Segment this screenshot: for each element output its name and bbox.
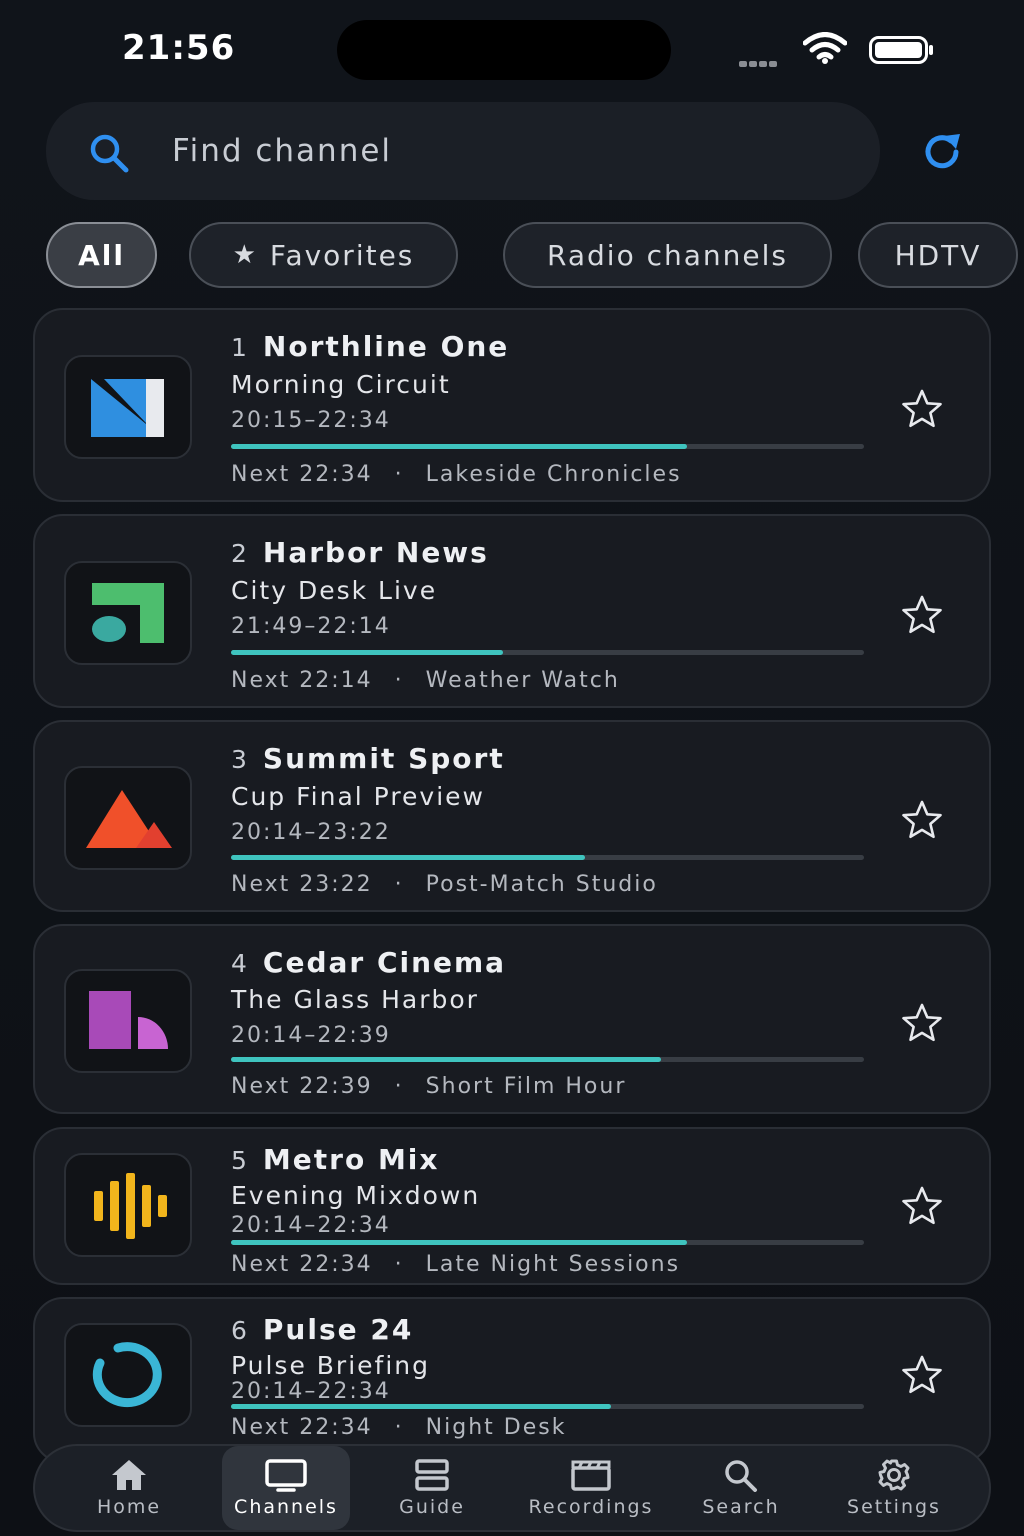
gear-icon <box>878 1459 910 1491</box>
program-time: 21:49–22:14 <box>231 614 391 639</box>
cedar-logo <box>64 969 192 1073</box>
program-time: 20:15–22:34 <box>231 408 391 433</box>
progress-bar <box>231 650 864 655</box>
metro-logo <box>64 1153 192 1257</box>
tab-recordings[interactable]: Recordings <box>523 1446 659 1530</box>
status-time: 21:56 <box>122 28 236 68</box>
filter-chip-label: HDTV <box>894 238 982 272</box>
current-program: Morning Circuit <box>231 370 451 399</box>
program-time: 20:14–22:34 <box>231 1213 391 1238</box>
tab-search[interactable]: Search <box>691 1446 791 1530</box>
favorite-star-icon[interactable] <box>901 799 943 841</box>
search-input[interactable] <box>172 128 852 174</box>
battery-icon <box>869 36 933 64</box>
channel-name: 5 Metro Mix <box>231 1143 440 1176</box>
program-time: 20:14–22:34 <box>231 1379 391 1404</box>
channel-card[interactable]: 4 Cedar Cinema The Glass Harbor 20:14–22:… <box>33 924 991 1114</box>
filter-chip-all[interactable]: All <box>46 222 157 288</box>
search-icon <box>90 134 129 173</box>
tab-channels[interactable]: Channels <box>222 1446 350 1530</box>
channel-name: 6 Pulse 24 <box>231 1313 414 1346</box>
progress-bar <box>231 444 864 449</box>
tv-icon <box>265 1459 307 1492</box>
tab-guide[interactable]: Guide <box>382 1446 482 1530</box>
pulse-logo <box>64 1323 192 1427</box>
refresh-icon[interactable] <box>918 128 966 176</box>
channel-card[interactable]: 1 Northline One Morning Circuit 20:15–22:… <box>33 308 991 502</box>
channel-name: 3 Summit Sport <box>231 742 505 775</box>
favorite-star-icon[interactable] <box>901 594 943 636</box>
progress-bar <box>231 1057 864 1062</box>
favorite-star-icon[interactable] <box>901 1002 943 1044</box>
next-program: Next 23:22 · Post-Match Studio <box>231 872 658 897</box>
next-program: Next 22:34 · Night Desk <box>231 1415 567 1440</box>
progress-bar <box>231 1404 864 1409</box>
next-program: Next 22:34 · Late Night Sessions <box>231 1252 681 1277</box>
next-program: Next 22:34 · Lakeside Chronicles <box>231 462 682 487</box>
progress-bar <box>231 855 864 860</box>
favorite-star-icon[interactable] <box>901 388 943 430</box>
filter-chip-label: Radio channels <box>547 238 788 272</box>
tab-label: Guide <box>399 1496 465 1518</box>
tab-label: Search <box>702 1496 780 1518</box>
bottom-tab-bar: Home Channels Guide Recordings Search Se… <box>33 1444 991 1532</box>
tab-label: Home <box>96 1496 162 1518</box>
program-time: 20:14–23:22 <box>231 820 391 845</box>
next-program: Next 22:14 · Weather Watch <box>231 668 620 693</box>
filter-chip-hdtv[interactable]: HDTV <box>858 222 1018 288</box>
summit-logo <box>64 766 192 870</box>
clapper-icon <box>571 1460 611 1491</box>
current-program: Cup Final Preview <box>231 782 485 811</box>
cellular-signal-icon <box>739 52 779 71</box>
harbor-logo <box>64 561 192 665</box>
guide-icon <box>415 1459 449 1491</box>
channel-card[interactable]: 3 Summit Sport Cup Final Preview 20:14–23… <box>33 720 991 912</box>
channel-card[interactable]: 2 Harbor News City Desk Live 21:49–22:14 … <box>33 514 991 708</box>
channels-screen: 21:56 All ★ Favorites Radio <box>0 0 1024 1536</box>
next-program: Next 22:39 · Short Film Hour <box>231 1074 627 1099</box>
current-program: Pulse Briefing <box>231 1351 430 1380</box>
wifi-icon <box>803 32 847 64</box>
favorite-star-icon[interactable] <box>901 1185 943 1227</box>
channel-card[interactable]: 6 Pulse 24 Pulse Briefing 20:14–22:34 Nex… <box>33 1297 991 1463</box>
star-icon: ★ <box>232 240 258 270</box>
filter-chip-label: Favorites <box>269 238 415 272</box>
filter-chip-favorites[interactable]: ★ Favorites <box>189 222 458 288</box>
dynamic-island <box>337 20 671 80</box>
northline-logo <box>64 355 192 459</box>
tab-home[interactable]: Home <box>79 1446 179 1530</box>
channel-name: 1 Northline One <box>231 330 510 363</box>
filter-chip-label: All <box>78 238 125 272</box>
tab-label: Settings <box>847 1496 941 1518</box>
current-program: Evening Mixdown <box>231 1181 481 1210</box>
channel-name: 4 Cedar Cinema <box>231 946 507 979</box>
current-program: The Glass Harbor <box>231 985 479 1014</box>
channel-name: 2 Harbor News <box>231 536 489 569</box>
tab-label: Channels <box>234 1496 338 1518</box>
search-icon <box>725 1460 757 1492</box>
tab-label: Recordings <box>528 1496 654 1518</box>
channel-search-bar[interactable] <box>46 102 880 200</box>
progress-bar <box>231 1240 864 1245</box>
current-program: City Desk Live <box>231 576 438 605</box>
filter-chip-radio[interactable]: Radio channels <box>503 222 832 288</box>
tab-settings[interactable]: Settings <box>839 1446 949 1530</box>
home-icon <box>112 1460 146 1490</box>
program-time: 20:14–22:39 <box>231 1023 391 1048</box>
channel-card[interactable]: 5 Metro Mix Evening Mixdown 20:14–22:34 N… <box>33 1127 991 1285</box>
status-bar: 21:56 <box>0 0 1024 100</box>
favorite-star-icon[interactable] <box>901 1354 943 1396</box>
